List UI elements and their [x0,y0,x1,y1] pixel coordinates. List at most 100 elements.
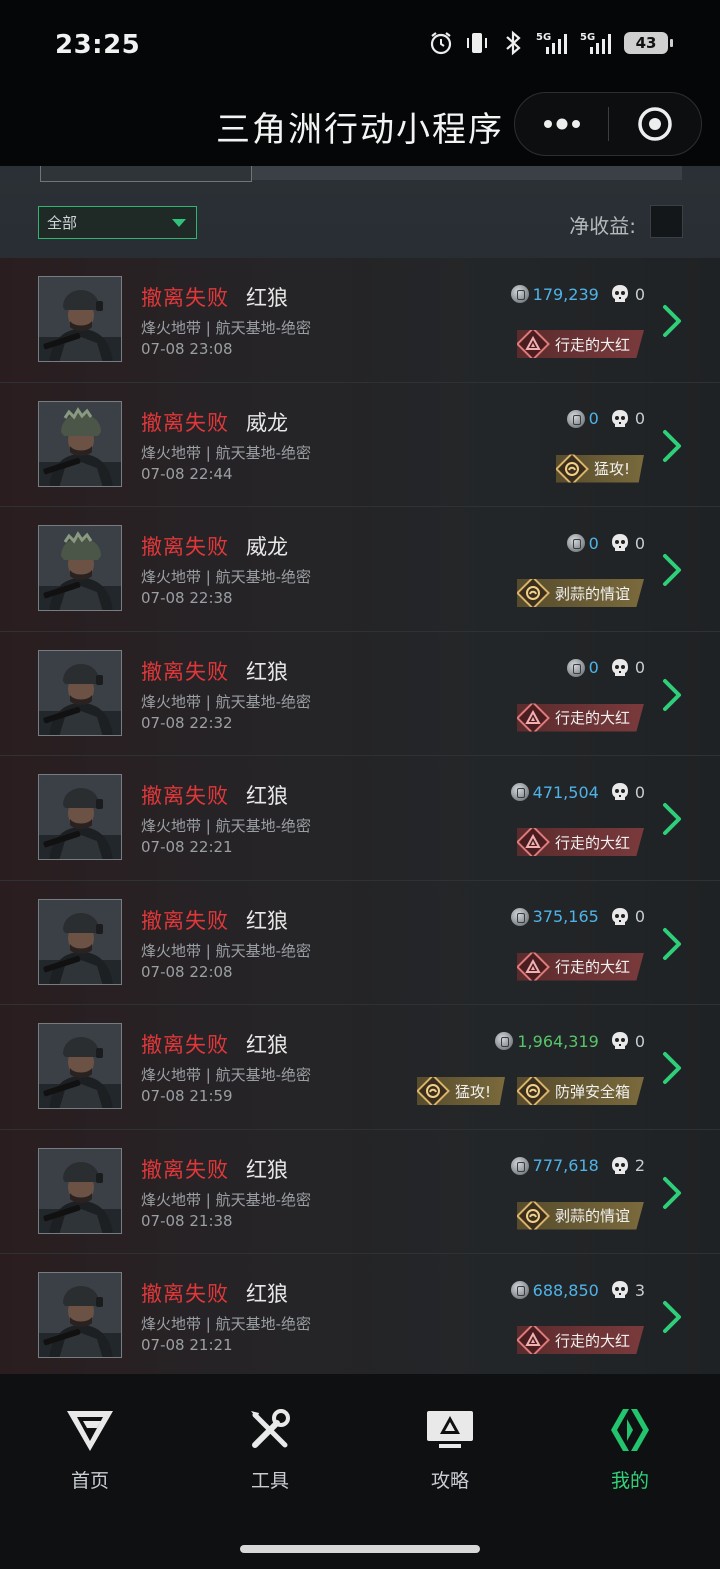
extraction-status: 撤离失败 [141,1282,229,1306]
badge-list: 猛攻! [555,454,644,483]
loot-value: 0 [588,533,599,553]
match-record-row[interactable]: 撤离失败 红狼 烽火地带 | 航天基地-绝密 07-08 22:21 471,504 0 行… [0,756,720,881]
operator-name: 红狼 [246,1033,288,1057]
match-record-list: 撤离失败 红狼 烽火地带 | 航天基地-绝密 07-08 23:08 179,239 0 行… [0,258,720,1374]
alarm-icon [428,30,454,56]
chevron-right-icon[interactable] [662,1176,684,1210]
match-record-row[interactable]: 撤离失败 红狼 烽火地带 | 航天基地-绝密 07-08 22:08 375,165 0 行… [0,880,720,1005]
chevron-right-icon[interactable] [662,1051,684,1085]
extraction-status: 撤离失败 [141,286,229,310]
badge-glyph-icon [524,709,542,727]
loot-value: 179,239 [532,284,599,304]
match-record-row[interactable]: 撤离失败 红狼 烽火地带 | 航天基地-绝密 07-08 22:32 0 0 行走的大红 [0,631,720,756]
skull-icon [611,1156,629,1176]
map-name: 烽火地带 | 航天基地-绝密 [141,1190,312,1209]
match-time: 07-08 21:59 [141,1087,233,1105]
match-history-content: 全部 净收益: 撤离失败 红狼 烽火地带 | 航天基地-绝密 07-08 23:08 1… [0,166,720,1374]
tab-tools[interactable]: 工具 [180,1404,360,1493]
extraction-status: 撤离失败 [141,1157,229,1182]
loot-value: 688,850 [532,1280,599,1300]
badge-glyph-icon [424,1082,442,1100]
filter-row: 全部 净收益: [0,202,720,260]
value-group: 179,239 0 [510,282,645,306]
badge-label: 行走的大红 [554,335,630,354]
coin-icon [510,285,529,303]
tab-inactive-remnant[interactable] [252,166,682,180]
match-record-row[interactable]: 撤离失败 红狼 烽火地带 | 航天基地-绝密 07-08 23:08 179,239 0 行… [0,258,720,383]
tab-active-remnant[interactable] [40,166,252,182]
kill-count: 0 [634,284,645,304]
chevron-right-icon[interactable] [662,927,684,961]
loot-value: 471,504 [532,782,599,802]
tab-guide[interactable]: 攻略 [360,1404,540,1493]
signal-5g-icon: 5G [536,30,570,56]
match-record-row[interactable]: 撤离失败 红狼 烽火地带 | 航天基地-绝密 07-08 21:38 777,618 2 剥… [0,1129,720,1254]
skull-icon [611,533,629,553]
tab-profile[interactable]: 我的 [540,1404,720,1493]
match-record-row[interactable]: 撤离失败 红狼 烽火地带 | 航天基地-绝密 07-08 21:21 688,850 3 行… [0,1254,720,1374]
badge-glyph-icon [524,1082,542,1100]
close-program-button[interactable] [609,92,701,156]
badge-glyph-icon [524,958,542,976]
badge-list: 行走的大红 [516,828,644,856]
more-menu-button[interactable] [515,92,608,156]
net-income-checkbox[interactable] [650,205,683,238]
chevron-right-icon[interactable] [662,553,684,587]
coin-icon [566,534,585,552]
match-record-row[interactable]: 撤离失败 威龙 烽火地带 | 航天基地-绝密 07-08 22:44 0 0 猛攻! [0,382,720,507]
achievement-badge: 行走的大红 [516,330,644,358]
achievement-badge: 猛攻! [555,454,644,483]
extraction-status: 撤离失败 [141,410,229,435]
match-time: 07-08 22:38 [141,589,233,607]
coin-icon [510,783,529,801]
operator-name: 红狼 [246,784,288,808]
mode-filter-value: 全部 [47,214,78,232]
badge-label: 猛攻! [593,460,630,478]
operator-avatar [38,400,122,487]
chevron-right-icon[interactable] [662,678,684,712]
tab-home[interactable]: 首页 [0,1404,180,1493]
badge-label: 剥蒜的情谊 [554,584,630,603]
extraction-status: 撤离失败 [141,659,229,684]
chevron-right-icon[interactable] [662,429,684,463]
match-record-row[interactable]: 撤离失败 威龙 烽火地带 | 航天基地-绝密 07-08 22:38 0 0 剥蒜的情谊 [0,507,720,632]
map-name: 烽火地带 | 航天基地-绝密 [141,443,312,462]
chevron-right-icon[interactable] [662,1300,684,1334]
loot-value: 0 [588,409,599,428]
coin-icon [510,1281,529,1299]
match-record-row[interactable]: 撤离失败 红狼 烽火地带 | 航天基地-绝密 07-08 21:59 1,964,319… [0,1005,720,1130]
mode-filter-select[interactable]: 全部 [38,206,197,239]
kill-count: 3 [634,1280,645,1300]
badge-glyph-icon [524,335,542,353]
achievement-badge: 猛攻! [416,1077,505,1105]
skull-icon [611,1280,629,1300]
status-bar: 23:25 5G 5G 43 [0,0,720,90]
operator-name: 威龙 [246,410,288,435]
badge-label: 行走的大红 [554,709,630,727]
match-time: 07-08 22:44 [141,464,233,483]
operator-name: 威龙 [246,535,288,559]
more-dots-icon [543,118,580,130]
status-icons: 5G 5G 43 [428,30,673,56]
dropdown-arrow-icon [172,219,186,227]
chevron-right-icon[interactable] [662,802,684,836]
badge-glyph-icon [524,1207,542,1225]
loot-value: 0 [588,658,599,677]
badge-list: 剥蒜的情谊 [516,579,644,607]
vibrate-icon [464,30,490,56]
badge-label: 防弹安全箱 [554,1082,630,1101]
home-indicator[interactable] [240,1545,480,1553]
badge-list: 行走的大红 [516,703,644,732]
match-time: 07-08 21:38 [141,1211,233,1230]
value-group: 00 [566,656,645,680]
extraction-status: 撤离失败 [141,908,229,933]
loot-value: 777,618 [532,1156,599,1175]
operator-avatar [38,276,122,362]
operator-name: 红狼 [246,1282,288,1306]
chevron-right-icon[interactable] [662,304,684,338]
kill-count: 0 [634,907,645,926]
badge-glyph-icon [524,584,542,602]
extraction-status: 撤离失败 [141,535,229,559]
operator-avatar [38,898,122,985]
operator-avatar [38,525,122,611]
